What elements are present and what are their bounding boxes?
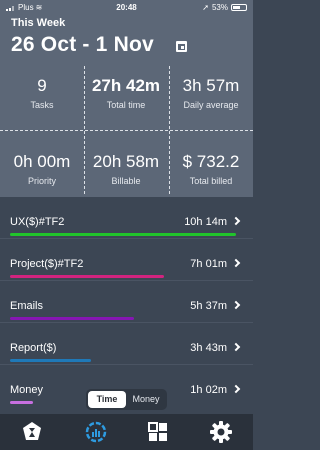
project-row[interactable]: Emails 5h 37m — [0, 281, 253, 323]
chevron-right-icon — [231, 258, 241, 268]
location-icon: ➚ — [202, 3, 209, 12]
date-range[interactable]: 26 Oct - 1 Nov — [11, 33, 154, 57]
project-time: 10h 14m — [184, 216, 227, 228]
project-bar — [10, 275, 164, 278]
stat-label: Total time — [106, 100, 146, 110]
project-row[interactable]: Project($)#TF2 7h 01m — [0, 239, 253, 281]
stat-billable: 20h 58m Billable — [84, 152, 168, 186]
stat-label: Billable — [111, 176, 141, 186]
project-bar — [10, 359, 91, 362]
status-bar: Plus ≋ 20:48 ➚ 53% — [0, 0, 253, 14]
grid-icon — [148, 422, 167, 441]
toggle-time-option[interactable]: Time — [88, 391, 126, 408]
time-money-toggle: Time Money — [86, 389, 167, 410]
stat-label: Total billed — [189, 176, 233, 186]
gear-icon — [210, 421, 232, 443]
stat-total-time: 27h 42m Total time — [84, 76, 168, 110]
stats-grid: 9 Tasks 27h 42m Total time 3h 57m Daily … — [0, 66, 253, 194]
battery-percent: 53% — [211, 3, 228, 12]
project-bar — [10, 317, 134, 320]
project-name: Report($) — [10, 342, 57, 354]
tab-reports[interactable] — [84, 420, 108, 444]
project-row[interactable]: Report($) 3h 43m — [0, 323, 253, 365]
summary-header: Plus ≋ 20:48 ➚ 53% This Week 26 Oct - 1 … — [0, 0, 253, 197]
stat-value: $ 732.2 — [182, 152, 240, 171]
stat-value: 3h 57m — [182, 76, 240, 95]
stat-label: Priority — [27, 176, 56, 186]
project-time: 1h 02m — [190, 384, 227, 396]
toggle-money-option[interactable]: Money — [127, 391, 165, 408]
tab-timer[interactable] — [20, 420, 44, 444]
stats-ring-icon — [85, 421, 107, 443]
project-name: UX($)#TF2 — [10, 216, 65, 228]
project-time: 7h 01m — [190, 258, 227, 270]
tab-bar — [0, 414, 253, 450]
tab-dashboard[interactable] — [146, 420, 170, 444]
project-time: 3h 43m — [190, 342, 227, 354]
week-label: This Week — [11, 17, 66, 29]
project-row[interactable]: UX($)#TF2 10h 14m — [0, 197, 253, 239]
chevron-right-icon — [231, 342, 241, 352]
stat-value: 20h 58m — [92, 152, 160, 171]
battery-icon — [231, 4, 247, 11]
chevron-right-icon — [231, 384, 241, 394]
status-right: ➚ 53% — [202, 3, 247, 12]
hourglass-icon — [23, 422, 41, 440]
stat-daily-average: 3h 57m Daily average — [169, 76, 253, 110]
stat-value: 27h 42m — [91, 76, 161, 95]
stat-total-billed: $ 732.2 Total billed — [169, 152, 253, 186]
stat-value: 9 — [37, 76, 47, 95]
stat-divider — [0, 130, 253, 131]
stat-label: Daily average — [183, 100, 239, 110]
stat-label: Tasks — [30, 100, 54, 110]
project-name: Emails — [10, 300, 44, 312]
project-name: Money — [10, 384, 44, 396]
project-time: 5h 37m — [190, 300, 227, 312]
stat-tasks: 9 Tasks — [0, 76, 84, 110]
stat-value: 0h 00m — [13, 152, 71, 171]
project-name: Project($)#TF2 — [10, 258, 84, 270]
calendar-icon[interactable] — [176, 41, 187, 52]
chevron-right-icon — [231, 300, 241, 310]
project-bar — [10, 233, 236, 236]
stat-priority: 0h 00m Priority — [0, 152, 84, 186]
project-bar — [10, 401, 33, 404]
tab-settings[interactable] — [209, 420, 233, 444]
chevron-right-icon — [231, 216, 241, 226]
